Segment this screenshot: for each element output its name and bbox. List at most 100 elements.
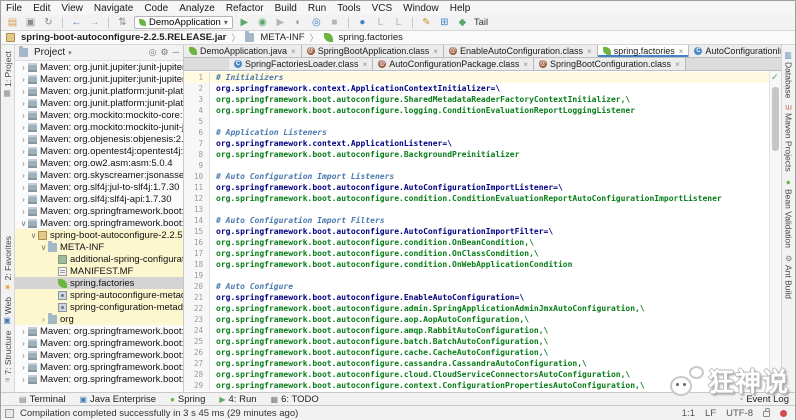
chevron-right-icon[interactable]: › [19,99,28,108]
code-line[interactable]: 17org.springframework.boot.autoconfigure… [184,248,769,259]
code-line[interactable]: 23org.springframework.boot.autoconfigure… [184,314,769,325]
chevron-down-icon[interactable]: ∨ [29,231,38,240]
menu-run[interactable]: Run [308,3,326,14]
attach-icon[interactable]: ◎ [310,16,323,30]
code-line[interactable]: 28org.springframework.boot.autoconfigure… [184,369,769,380]
code-line[interactable]: 6# Application Listeners [184,127,769,138]
tool-stripe-web[interactable]: ▣Web [2,297,14,325]
code-line[interactable]: 11org.springframework.boot.autoconfigure… [184,182,769,193]
code-line[interactable]: 15org.springframework.boot.autoconfigure… [184,226,769,237]
tree-item[interactable]: ›Maven: org.junit.platform:junit-platfor… [15,97,183,109]
tab-enableautoconfiguration-class[interactable]: EnableAutoConfiguration.class× [444,45,598,57]
chevron-down-icon[interactable]: ∨ [39,243,48,252]
tool-window-terminal[interactable]: ▤Terminal [19,394,65,405]
tab-close-icon[interactable]: × [675,60,680,69]
chevron-right-icon[interactable]: › [19,147,28,156]
tree-item[interactable]: ∨Maven: org.springframework.boot:spring [15,217,183,229]
menu-navigate[interactable]: Navigate [94,3,133,14]
code-line[interactable]: 24org.springframework.boot.autoconfigure… [184,325,769,336]
tool-stripe-bean-validation[interactable]: ●Bean Validation [783,178,795,248]
tab-autoconfigurationimportselector-class[interactable]: AutoConfigurationImportSelector.class× [689,45,781,57]
code-line[interactable]: 19 [184,270,769,281]
tab-demoapplication-java[interactable]: DemoApplication.java× [184,45,302,57]
tree-item[interactable]: ›Maven: org.ow2.asm:asm:5.0.4 [15,157,183,169]
project-view-selector[interactable]: Project ▾ [19,47,72,58]
code-line[interactable]: 27org.springframework.boot.autoconfigure… [184,358,769,369]
menu-help[interactable]: Help [450,3,471,14]
chevron-right-icon[interactable]: › [19,375,28,384]
code-line[interactable]: 7org.springframework.context.Application… [184,138,769,149]
tree-item[interactable]: spring.factories [15,277,183,289]
tree-item[interactable]: ›Maven: org.skyscreamer:jsonassert:1.5.0 [15,169,183,181]
code-line[interactable]: 25org.springframework.boot.autoconfigure… [184,336,769,347]
tool-stripe-database[interactable]: ▤Database [783,51,795,98]
tool-window-6-todo[interactable]: ▦6: TODO [271,394,319,405]
chevron-down-icon[interactable]: ∨ [19,219,28,228]
run-configuration-selector[interactable]: DemoApplication▾ [134,16,233,29]
tree-item[interactable]: ›Maven: org.springframework.boot:spring [15,325,183,337]
chevron-right-icon[interactable]: › [19,351,28,360]
tab-close-icon[interactable]: × [587,47,592,56]
menu-file[interactable]: File [6,3,22,14]
menu-analyze[interactable]: Analyze [179,3,215,14]
tab-close-icon[interactable]: × [523,60,528,69]
tail-button[interactable]: Tail [474,17,488,28]
tool-stripe-ant-build[interactable]: ⚙Ant Build [783,254,795,299]
tab-close-icon[interactable]: × [679,47,684,56]
tree-item[interactable]: ›Maven: org.opentest4j:opentest4j:1.2.0 [15,145,183,157]
tab-close-icon[interactable]: × [291,47,296,56]
code-line[interactable]: 18org.springframework.boot.autoconfigure… [184,259,769,270]
chevron-right-icon[interactable]: › [19,171,28,180]
tree-item[interactable]: ›Maven: org.objenesis:objenesis:2.6 [15,133,183,145]
tab-close-icon[interactable]: × [433,47,438,56]
chevron-right-icon[interactable]: › [19,111,28,120]
tool-window-java-enterprise[interactable]: ▣Java Enterprise [79,394,156,405]
code-editor[interactable]: 1# Initializers2org.springframework.cont… [184,71,781,392]
tab-close-icon[interactable]: × [363,60,368,69]
tool-stripe-maven-projects[interactable]: mMaven Projects [783,104,795,171]
editor-scrollbar[interactable]: ✓ [769,71,781,392]
chevron-right-icon[interactable]: › [19,123,28,132]
code-line[interactable]: 10# Auto Configuration Import Listeners [184,171,769,182]
tree-item[interactable]: ›Maven: org.springframework.boot:spring [15,373,183,385]
tool-stripe-7-structure[interactable]: ≡7: Structure [2,331,14,382]
chevron-right-icon[interactable]: › [19,87,28,96]
tree-item[interactable]: MANIFEST.MF [15,265,183,277]
menu-vcs[interactable]: VCS [372,3,393,14]
menu-code[interactable]: Code [144,3,168,14]
breadcrumb-item[interactable]: META-INF [245,32,304,43]
breadcrumb-item[interactable]: spring.factories [324,32,403,43]
menu-tools[interactable]: Tools [337,3,360,14]
tool-window-spring[interactable]: ●Spring [170,394,205,405]
tree-item[interactable]: ∨META-INF [15,241,183,253]
hide-panel-icon[interactable]: ─ [173,47,179,58]
chevron-right-icon[interactable]: › [19,135,28,144]
scrollbar-thumb[interactable] [772,87,779,151]
tree-item[interactable]: ∨spring-boot-autoconfigure-2.2.5.RELE [15,229,183,241]
menu-edit[interactable]: Edit [33,3,50,14]
menu-build[interactable]: Build [275,3,297,14]
tool-window-4-run[interactable]: ▶4: Run [219,394,256,405]
code-line[interactable]: 22org.springframework.boot.autoconfigure… [184,303,769,314]
chevron-right-icon[interactable]: › [19,63,28,72]
chevron-right-icon[interactable]: › [19,159,28,168]
read-only-lock-icon[interactable] [763,411,770,417]
code-line[interactable]: 8org.springframework.boot.autoconfigure.… [184,149,769,160]
chevron-right-icon[interactable]: › [19,195,28,204]
tool-stripe-1-project[interactable]: ▦1: Project [2,51,14,98]
table-icon[interactable]: ⊞ [438,16,451,30]
search-icon[interactable]: ● [356,16,369,30]
settings-gear-icon[interactable]: ⚙ [161,47,169,58]
code-line[interactable]: 3org.springframework.boot.autoconfigure.… [184,94,769,105]
menu-view[interactable]: View [61,3,83,14]
code-line[interactable]: 20# Auto Configure [184,281,769,292]
tool-stripe-2-favorites[interactable]: ★2: Favorites [2,236,14,291]
profiler-icon[interactable]: ◐ [292,16,305,30]
tree-item[interactable]: ›Maven: org.springframework.boot:spring [15,337,183,349]
tree-item[interactable]: ›Maven: org.springframework.boot:spring [15,205,183,217]
line-ending[interactable]: LF [705,408,716,419]
code-line[interactable]: 13 [184,204,769,215]
layout-one-icon[interactable]: L [374,16,387,30]
menu-window[interactable]: Window [403,3,439,14]
locate-file-icon[interactable]: ◎ [149,47,157,58]
